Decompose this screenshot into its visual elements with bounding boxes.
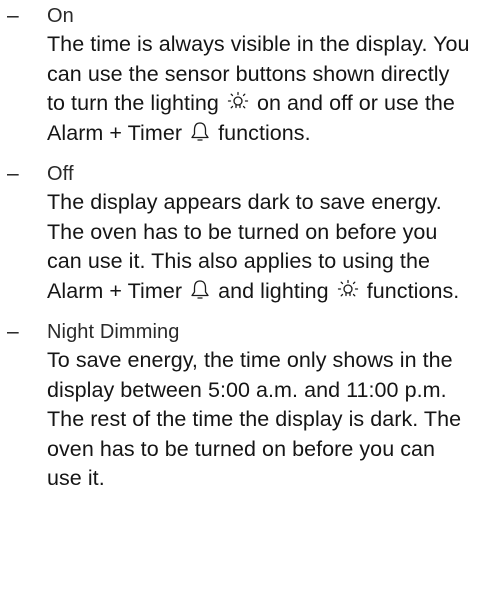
- bell-icon: [190, 279, 210, 301]
- list-dash: –: [7, 4, 19, 27]
- item-title: Off: [47, 163, 74, 185]
- list-dash: –: [7, 320, 19, 343]
- item-description: The display appears dark to save energy.…: [47, 190, 460, 303]
- list-item-night-dimming: – Night Dimming To save energy, the time…: [7, 318, 472, 494]
- item-description: The time is always visible in the displa…: [47, 32, 470, 145]
- list-item-off: – Off The display appears dark to save e…: [7, 160, 472, 306]
- document: – On The time is always visible in the d…: [0, 0, 472, 494]
- bell-icon: [190, 121, 210, 143]
- lighting-icon: [227, 91, 249, 113]
- lighting-icon: [337, 279, 359, 301]
- item-description: To save energy, the time only shows in t…: [47, 348, 462, 490]
- list-item-on: – On The time is always visible in the d…: [7, 2, 472, 148]
- list-dash: –: [7, 162, 19, 185]
- item-title: On: [47, 5, 74, 27]
- item-title: Night Dimming: [47, 321, 180, 343]
